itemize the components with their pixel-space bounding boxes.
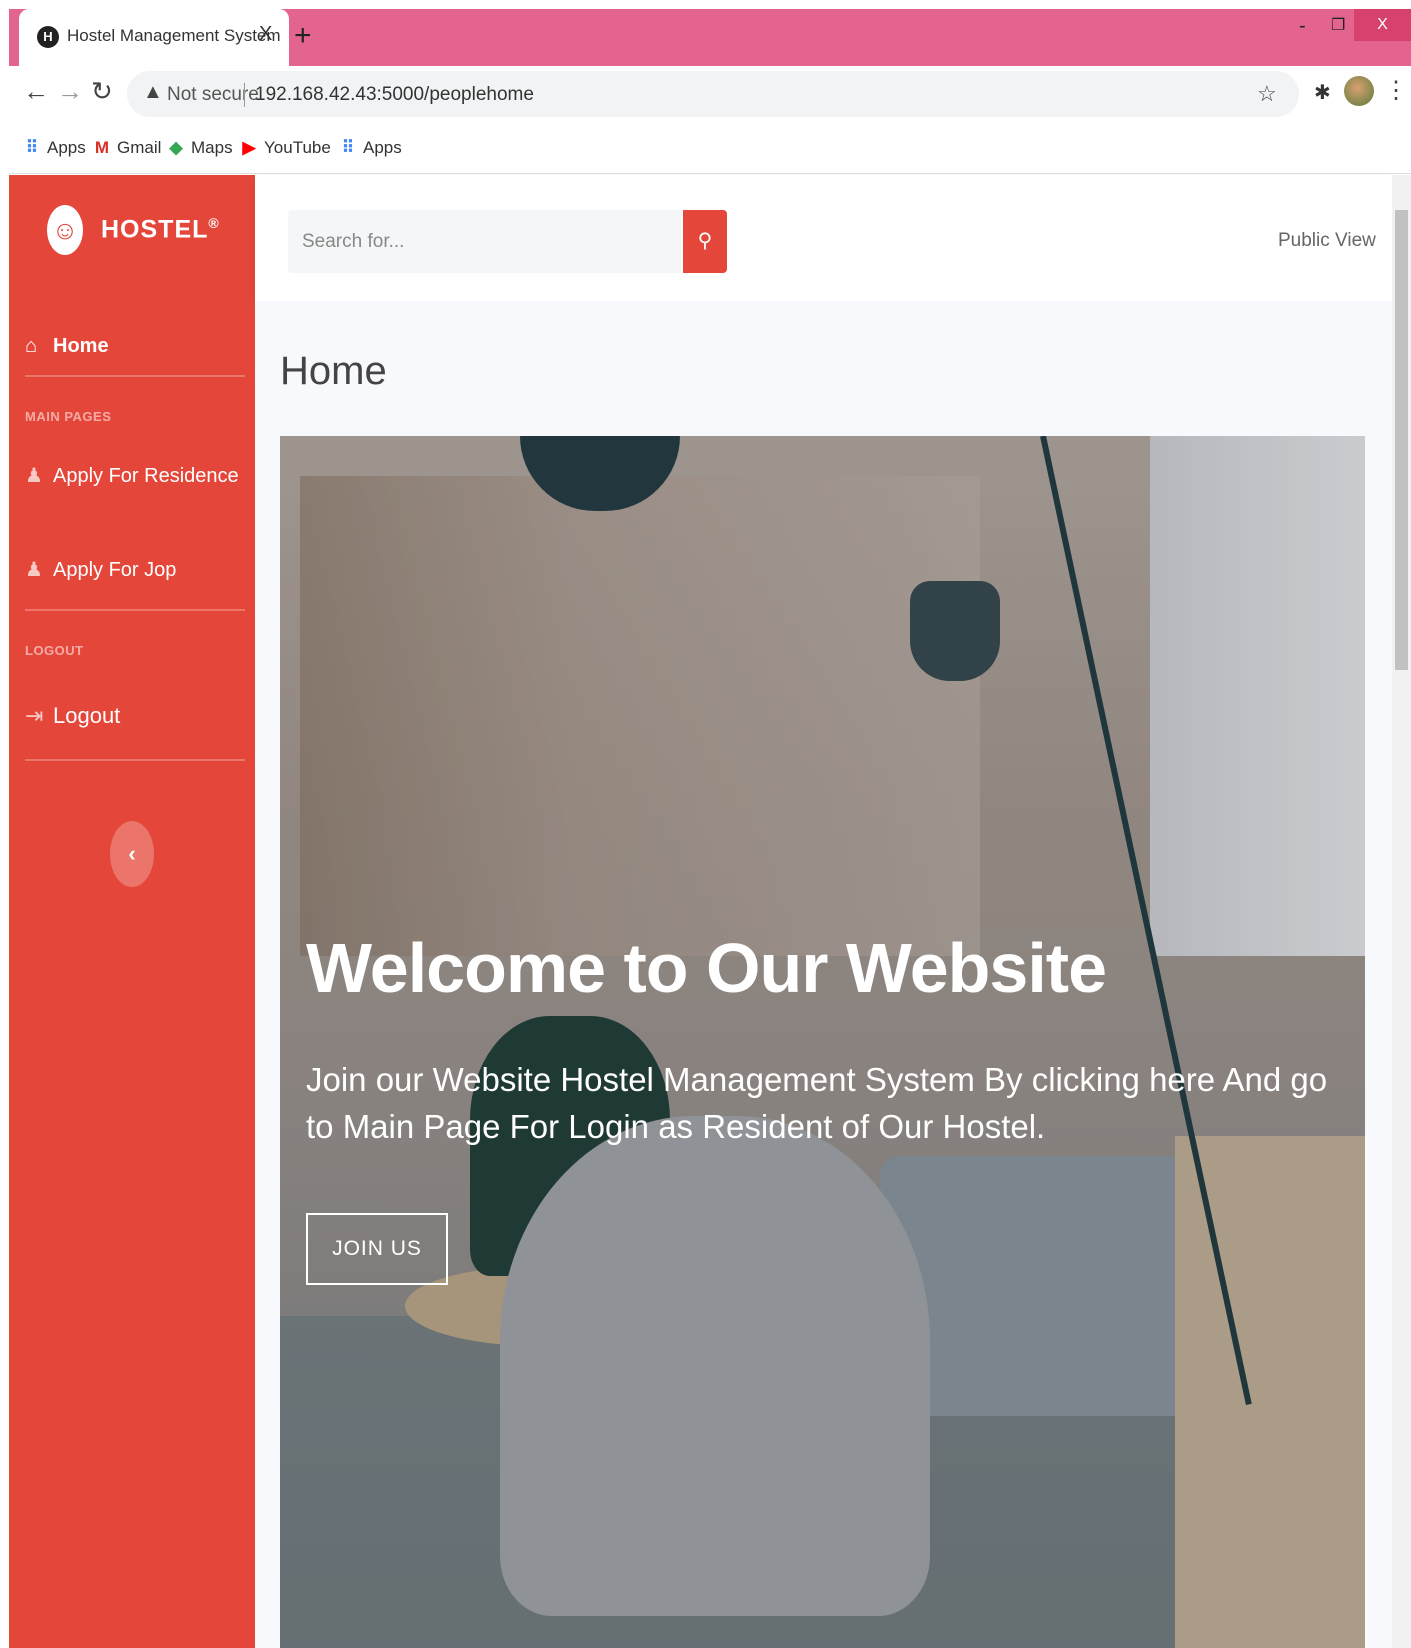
topbar: ⚲ Public View (255, 175, 1392, 301)
apps-grid-icon: ⠿ (25, 138, 39, 157)
url-separator (244, 83, 245, 107)
profile-avatar[interactable] (1344, 76, 1374, 106)
page-title: Home (280, 349, 387, 393)
hostel-favicon-icon: H (37, 26, 59, 48)
sidebar-item-home[interactable]: ⌂ Home (25, 335, 109, 358)
bookmarks-bar: ⠿ Apps M Gmail ◆ Maps ▶ YouTube ⠿ Apps (9, 124, 1411, 174)
sidebar-divider (25, 609, 245, 611)
security-label[interactable]: Not secure (167, 84, 259, 106)
page-scrollbar[interactable] (1392, 175, 1411, 1648)
bookmark-apps[interactable]: ⠿ Apps (23, 138, 86, 158)
bookmark-star-icon[interactable]: ☆ (1257, 81, 1277, 107)
bookmark-maps[interactable]: ◆ Maps (167, 138, 232, 158)
url-omnibox[interactable]: ▲ Not secure 192.168.42.43:5000/peopleho… (127, 71, 1299, 117)
sidebar-heading-logout: LOGOUT (25, 643, 84, 658)
hostel-logo-icon: ☺ (47, 205, 83, 255)
gmail-icon: M (94, 138, 110, 157)
sidebar-toggle-button[interactable]: ‹ (110, 821, 154, 887)
extensions-puzzle-icon[interactable]: ✱ (1314, 80, 1331, 105)
youtube-icon: ▶ (242, 138, 256, 157)
new-tab-button[interactable]: + (294, 19, 312, 53)
restore-button[interactable]: ❐ (1331, 15, 1345, 35)
bookmark-apps-2[interactable]: ⠿ Apps (339, 138, 402, 158)
sidebar-item-apply-residence[interactable]: ♟ Apply For Residence (25, 463, 239, 488)
tab-close-button[interactable]: X (259, 23, 272, 46)
sidebar: ☺ HOSTEL® ⌂ Home MAIN PAGES ♟ Apply For Re… (9, 175, 255, 1648)
search-input[interactable] (288, 210, 682, 273)
hero-overlay (280, 436, 1365, 1648)
minimize-button[interactable]: - (1299, 15, 1306, 38)
bookmark-gmail[interactable]: M Gmail (93, 138, 162, 158)
tab-title: Hostel Management System (67, 26, 281, 45)
scrollbar-thumb[interactable] (1395, 210, 1408, 670)
hero-banner: Welcome to Our Website Join our Website … (280, 436, 1365, 1648)
join-us-button[interactable]: JOIN US (306, 1213, 448, 1285)
apps-grid-icon: ⠿ (341, 138, 355, 157)
bookmark-youtube[interactable]: ▶ YouTube (240, 138, 330, 158)
sidebar-item-logout[interactable]: ⇥ Logout (25, 703, 120, 729)
browser-tab-bar: H Hostel Management System X + - ❐ X (9, 9, 1411, 66)
browser-menu-icon[interactable]: ⋮ (1384, 76, 1408, 105)
hero-description: Join our Website Hostel Management Syste… (306, 1061, 1328, 1145)
forward-arrow-icon[interactable]: → (57, 76, 83, 107)
sidebar-item-apply-job[interactable]: ♟ Apply For Jop (25, 557, 176, 582)
sidebar-divider (25, 759, 245, 761)
sidebar-divider (25, 375, 245, 377)
warning-icon[interactable]: ▲ (143, 81, 163, 104)
maps-icon: ◆ (169, 138, 183, 157)
sidebar-heading-main: MAIN PAGES (25, 409, 112, 424)
hero-title: Welcome to Our Website (306, 929, 1107, 1007)
user-plus-icon: ♟ (25, 559, 43, 581)
window-close-button[interactable]: X (1354, 9, 1411, 41)
public-view-link[interactable]: Public View (1278, 230, 1376, 252)
main-content: Home Welcome to Our Website Join our Web… (255, 301, 1392, 1648)
home-icon: ⌂ (25, 335, 38, 357)
brand-name[interactable]: HOSTEL® (101, 215, 220, 244)
back-arrow-icon[interactable]: ← (23, 76, 49, 107)
search-button[interactable]: ⚲ (683, 210, 727, 273)
url-text[interactable]: 192.168.42.43:5000/peoplehome (255, 84, 534, 106)
sign-out-icon: ⇥ (25, 703, 44, 728)
address-bar: ← → ↻ ▲ Not secure 192.168.42.43:5000/pe… (9, 66, 1411, 124)
reload-icon[interactable]: ↻ (91, 76, 113, 107)
search-icon: ⚲ (697, 230, 713, 252)
user-icon: ♟ (25, 465, 43, 487)
browser-tab[interactable]: H Hostel Management System X (19, 9, 289, 66)
